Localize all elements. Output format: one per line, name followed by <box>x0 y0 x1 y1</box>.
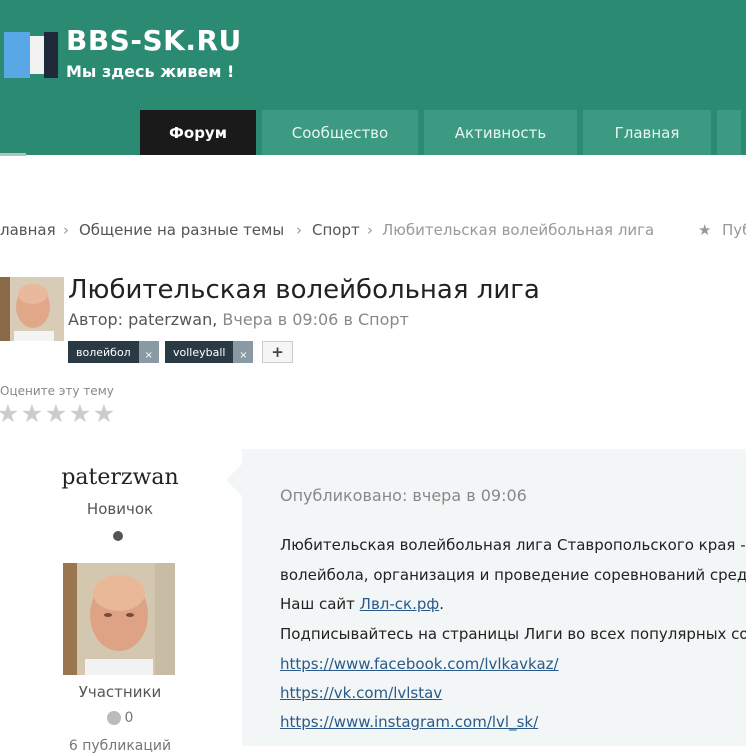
star-icon[interactable]: ★ <box>44 400 68 428</box>
breadcrumb-general[interactable]: Общение на разные темы <box>79 221 284 239</box>
breadcrumb: лавная › Общение на разные темы › Спорт … <box>0 221 746 243</box>
nav-tab-community[interactable]: Сообщество <box>262 110 418 155</box>
author-posts[interactable]: 6 публикаций <box>40 738 200 754</box>
nav-tab-home[interactable]: Главная <box>583 110 711 155</box>
post-text: Наш сайт <box>280 595 360 613</box>
post-text-line: Наш сайт Лвл-ск.рф. <box>280 595 444 613</box>
close-icon[interactable]: × <box>138 341 159 363</box>
topic-author-avatar[interactable] <box>0 277 64 341</box>
star-icon[interactable]: ★ <box>0 400 20 428</box>
logo-subtitle: Мы здесь живем ! <box>66 62 235 81</box>
site-link[interactable]: Лвл-ск.рф <box>360 595 440 613</box>
chevron-right-icon: › <box>367 221 373 239</box>
close-icon[interactable]: × <box>233 341 254 363</box>
topic-time: Вчера в 09:06 <box>222 310 339 329</box>
add-tag-button[interactable]: + <box>262 341 293 363</box>
author-group: Участники <box>78 683 162 701</box>
rank-dot-icon <box>113 531 123 541</box>
author-name[interactable]: paterzwan <box>40 465 200 490</box>
star-icon[interactable]: ★ <box>68 400 92 428</box>
breadcrumb-home[interactable]: лавная <box>0 221 56 239</box>
tag-volleyball-en[interactable]: volleyball × <box>165 341 254 363</box>
instagram-link[interactable]: https://www.instagram.com/lvl_sk/ <box>280 713 538 731</box>
star-icon[interactable]: ★ <box>20 400 44 428</box>
nav-tab-forum[interactable]: Форум <box>140 110 256 155</box>
author-reputation: 0 <box>40 710 200 726</box>
header-strip <box>0 153 26 156</box>
main-nav: Форум Сообщество Активность Главная <box>140 110 746 155</box>
star-icon[interactable]: ★ <box>698 221 711 239</box>
chevron-right-icon: › <box>296 221 302 239</box>
avatar[interactable] <box>63 563 175 675</box>
star-icon[interactable]: ★ <box>92 400 116 428</box>
rating-stars: ★ ★ ★ ★ ★ <box>0 400 116 428</box>
post-text: . <box>439 595 444 613</box>
topic-meta: Автор: paterzwan, Вчера в 09:06 в Спорт <box>68 310 409 329</box>
page-title: Любительская волейбольная лига <box>68 275 540 305</box>
author-rank: Новичок <box>86 500 154 518</box>
follow-button[interactable]: Пуб <box>722 221 746 239</box>
post-text-line: Подписывайтесь на страницы Лиги во всех … <box>280 625 746 643</box>
tag-label[interactable]: volleyball <box>165 341 234 363</box>
rate-label: Оцените эту тему <box>0 384 114 398</box>
chevron-right-icon: › <box>63 221 69 239</box>
reputation-icon <box>106 711 121 725</box>
nav-tab-more[interactable] <box>717 110 741 155</box>
reputation-value: 0 <box>124 710 134 726</box>
vk-link[interactable]: https://vk.com/lvlstav <box>280 684 442 702</box>
breadcrumb-sport[interactable]: Спорт <box>312 221 360 239</box>
facebook-link[interactable]: https://www.facebook.com/lvlkavkaz/ <box>280 655 559 673</box>
breadcrumb-current: Любительская волейбольная лига <box>382 221 655 239</box>
topic-author[interactable]: Автор: paterzwan, <box>68 310 217 329</box>
topic-forum[interactable]: в Спорт <box>343 310 408 329</box>
post-date[interactable]: Опубликовано: вчера в 09:06 <box>280 486 527 505</box>
post-text-line: Любительская волейбольная лига Ставропол… <box>280 536 746 554</box>
logo-title[interactable]: BBS-SK.RU <box>66 24 242 57</box>
tag-label[interactable]: волейбол <box>68 341 139 363</box>
logo-icon[interactable] <box>0 30 62 80</box>
tag-volleyball-ru[interactable]: волейбол × <box>68 341 159 363</box>
site-header: BBS-SK.RU Мы здесь живем ! Форум Сообщес… <box>0 0 746 156</box>
nav-tab-activity[interactable]: Активность <box>424 110 577 155</box>
post-text-line: волейбола, организация и проведение соре… <box>280 566 746 584</box>
post-arrow <box>226 464 242 496</box>
